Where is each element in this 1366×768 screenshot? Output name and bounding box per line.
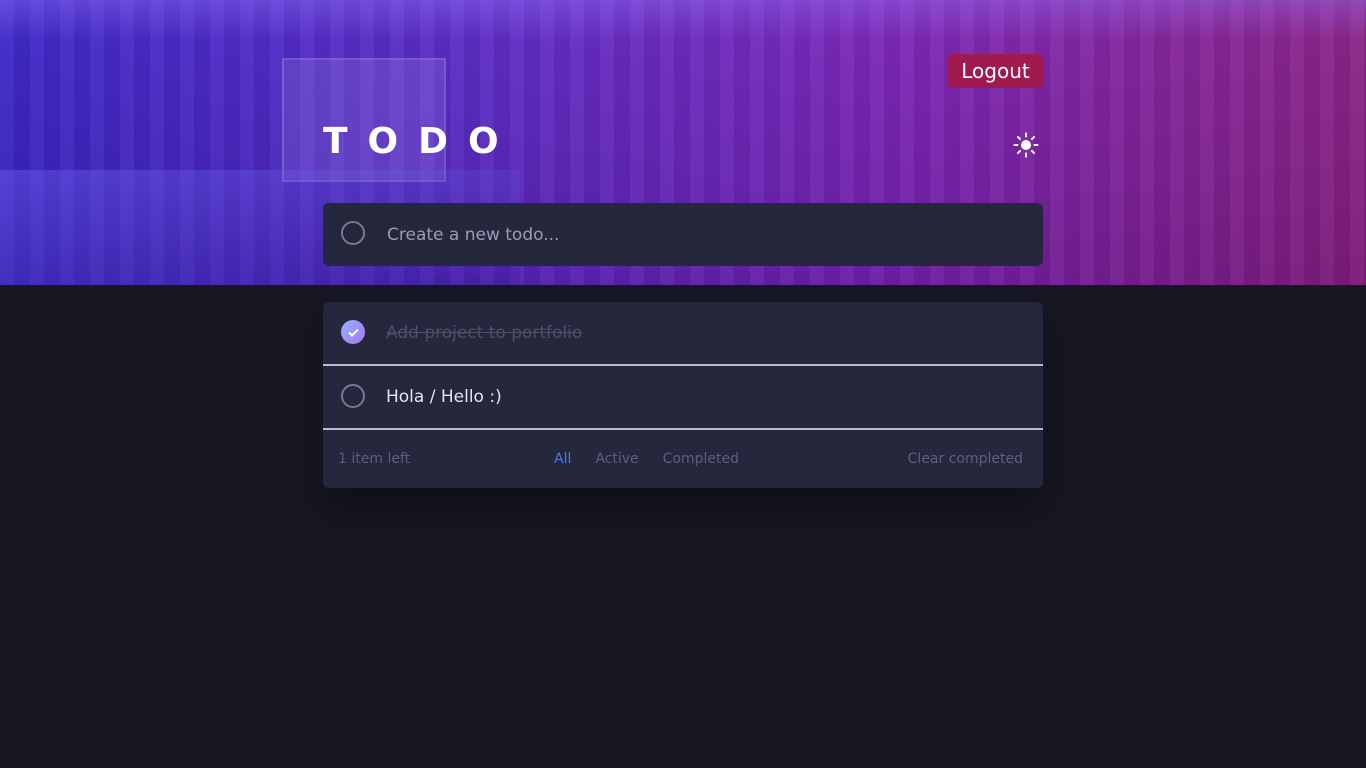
todo-footer: 1 item left All Active Completed Clear c… [323,430,1043,488]
todo-item-text: Add project to portfolio [386,323,583,343]
clear-completed-button[interactable]: Clear completed [908,430,1023,488]
todo-item[interactable]: Hola / Hello :) [323,366,1043,430]
filter-active[interactable]: Active [595,430,638,488]
items-left-count: 1 item left [338,451,411,467]
todo-checkbox-checked[interactable] [341,320,365,344]
new-todo-checkbox[interactable] [341,221,365,245]
check-icon [347,328,359,337]
todo-list: Add project to portfolio Hola / Hello :)… [323,302,1043,488]
filter-all[interactable]: All [554,430,571,488]
todo-item-text: Hola / Hello :) [386,387,502,407]
filter-tabs: All Active Completed [554,430,739,488]
new-todo-input[interactable] [387,203,1017,266]
new-todo-form [323,203,1043,266]
todo-checkbox[interactable] [341,384,365,408]
theme-toggle-button[interactable] [1009,128,1043,162]
sun-icon [1013,132,1039,158]
app-title: TODO [323,121,519,162]
logout-button[interactable]: Logout [948,54,1043,88]
filter-completed[interactable]: Completed [663,430,739,488]
todo-item[interactable]: Add project to portfolio [323,302,1043,366]
